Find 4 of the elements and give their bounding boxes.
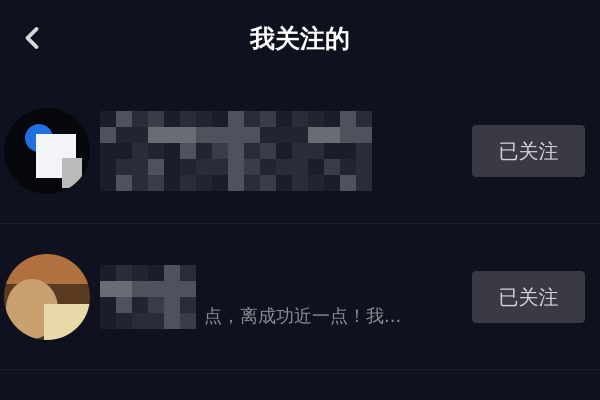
following-button[interactable]: 已关注 bbox=[472, 270, 585, 322]
user-bio: 点，离成功近一点！我... bbox=[204, 305, 402, 329]
following-button[interactable]: 已关注 bbox=[472, 124, 585, 176]
page-title: 我关注的 bbox=[250, 23, 350, 56]
